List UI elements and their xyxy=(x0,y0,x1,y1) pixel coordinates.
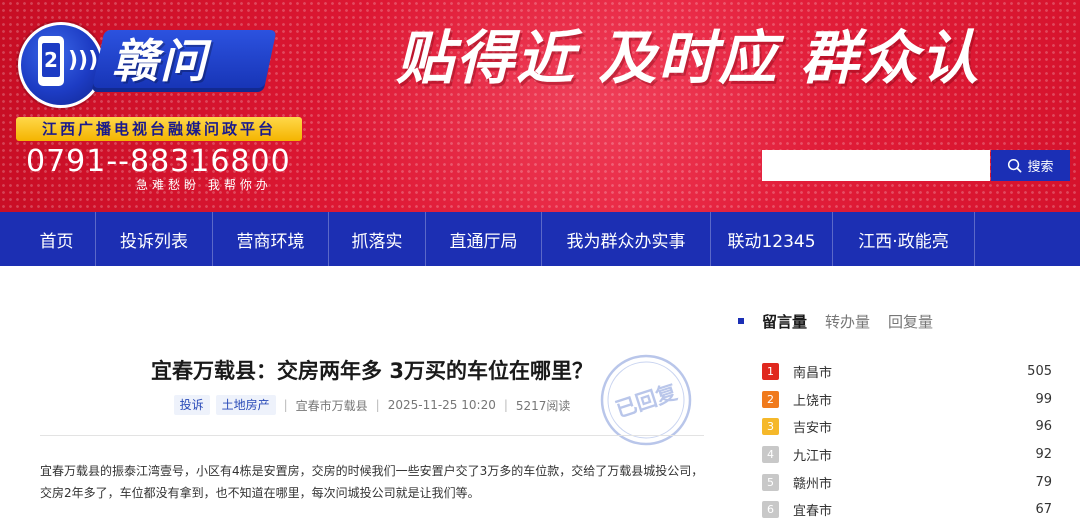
header-banner: 2 ))) 赣问 贴得近 及时应 群众认 江西广播电视台融媒问政平台 0791-… xyxy=(0,0,1080,212)
nav-item-business-environment[interactable]: 营商环境 xyxy=(213,212,329,266)
tab-transfer-count[interactable]: 转办量 xyxy=(825,311,870,332)
city-ranking-list: 1 南昌市 505 2 上饶市 99 3 吉安市 96 4 九江市 92 5 赣… xyxy=(762,358,1052,524)
main-nav: 首页 投诉列表 营商环境 抓落实 直通厅局 我为群众办实事 联动12345 江西… xyxy=(0,212,1080,266)
meta-separator: | xyxy=(375,398,380,412)
rank-badge: 1 xyxy=(762,363,779,381)
square-bullet-icon xyxy=(738,318,744,324)
nav-item-complaint-list[interactable]: 投诉列表 xyxy=(96,212,213,266)
nav-item-home[interactable]: 首页 xyxy=(0,212,96,266)
rank-city[interactable]: 上饶市 xyxy=(793,390,992,409)
search-icon xyxy=(1008,158,1022,173)
rank-badge: 6 xyxy=(762,501,779,519)
hotline-slogan: 急难愁盼 我帮你办 xyxy=(136,178,272,192)
rank-count: 96 xyxy=(1035,419,1052,435)
rank-city[interactable]: 赣州市 xyxy=(793,473,992,492)
ranking-row[interactable]: 5 赣州市 79 xyxy=(762,468,1052,496)
article-read-count: 5217阅读 xyxy=(515,398,571,413)
rank-city[interactable]: 宜春市 xyxy=(793,500,992,519)
platform-tagline: 江西广播电视台融媒问政平台 xyxy=(16,117,302,141)
rank-count: 79 xyxy=(1035,474,1052,490)
rank-badge: 4 xyxy=(762,446,779,464)
rank-count: 92 xyxy=(1035,447,1052,463)
rank-badge: 5 xyxy=(762,473,779,491)
rank-city[interactable]: 九江市 xyxy=(793,445,992,464)
rank-city[interactable]: 吉安市 xyxy=(793,417,992,436)
rank-badge: 2 xyxy=(762,390,779,408)
nav-item-practical-matters[interactable]: 我为群众办实事 xyxy=(542,212,711,266)
ranking-row[interactable]: 3 吉安市 96 xyxy=(762,413,1052,441)
tab-message-count[interactable]: 留言量 xyxy=(762,311,807,332)
rank-count: 99 xyxy=(1035,391,1052,407)
article-location: 宜春市万载县 xyxy=(295,398,368,413)
hotline-number: 0791--88316800 xyxy=(26,144,291,179)
article-datetime: 2025-11-25 10:20 xyxy=(387,398,496,412)
slogan: 贴得近 及时应 群众认 xyxy=(396,24,981,92)
ranking-tabs: 留言量 转办量 回复量 xyxy=(738,310,1068,332)
search-button-label: 搜索 xyxy=(1027,160,1054,175)
rank-count: 67 xyxy=(1035,502,1052,518)
rank-badge: 3 xyxy=(762,418,779,436)
tag-land-property[interactable]: 土地房产 xyxy=(215,395,276,415)
meta-separator: | xyxy=(503,398,508,412)
signal-waves-icon: ))) xyxy=(68,48,99,73)
ranking-row[interactable]: 6 宜春市 67 xyxy=(762,496,1052,524)
article-divider xyxy=(40,435,704,436)
phone-icon: 2 xyxy=(38,36,64,86)
search-button[interactable]: 搜索 xyxy=(991,150,1070,181)
tag-complaint[interactable]: 投诉 xyxy=(173,395,210,415)
brand-name[interactable]: 赣问 xyxy=(112,30,272,92)
tab-reply-count[interactable]: 回复量 xyxy=(888,311,933,332)
rank-count: 505 xyxy=(1027,364,1052,380)
meta-separator: | xyxy=(283,398,288,412)
stamp-text: 已回复 xyxy=(613,379,681,422)
nav-item-implementation[interactable]: 抓落实 xyxy=(329,212,426,266)
nav-item-linkage-12345[interactable]: 联动12345 xyxy=(711,212,833,266)
ranking-row[interactable]: 1 南昌市 505 xyxy=(762,358,1052,386)
rank-city[interactable]: 南昌市 xyxy=(793,362,992,381)
ranking-row[interactable]: 4 九江市 92 xyxy=(762,441,1052,469)
ranking-row[interactable]: 2 上饶市 99 xyxy=(762,386,1052,414)
search-input[interactable] xyxy=(762,150,990,181)
nav-item-jiangxi-zhengnengliang[interactable]: 江西·政能亮 xyxy=(833,212,975,266)
nav-item-direct-departments[interactable]: 直通厅局 xyxy=(426,212,542,266)
replied-stamp-icon: 已回复 xyxy=(600,354,692,446)
article-body: 宜春万载县的振泰江湾壹号，小区有4栋是安置房，交房的时候我们一些安置户交了3万多… xyxy=(40,464,704,500)
